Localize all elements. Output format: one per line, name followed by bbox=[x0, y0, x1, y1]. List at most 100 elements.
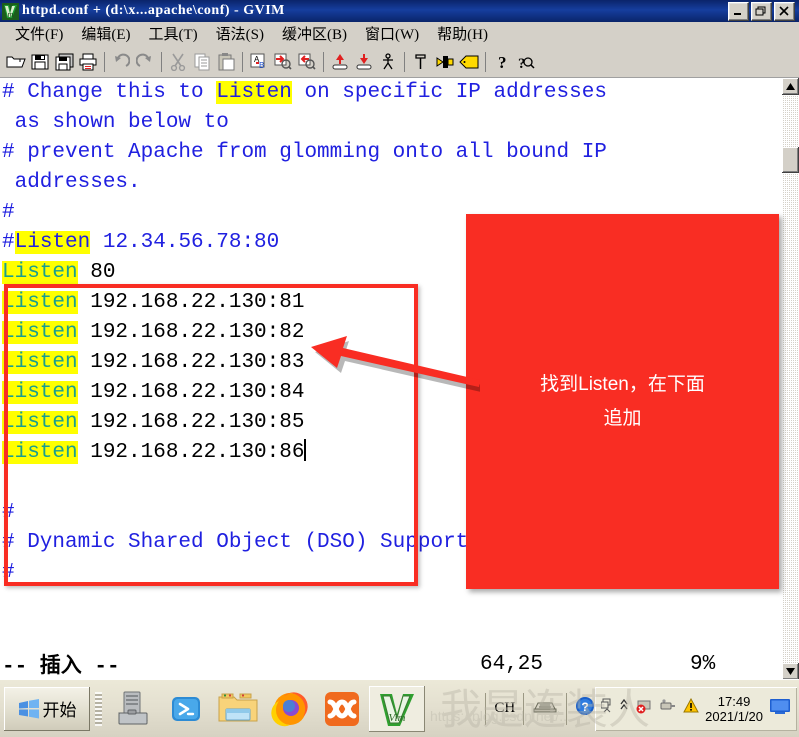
make-icon[interactable] bbox=[409, 50, 433, 74]
menu-file[interactable]: 文件(F) bbox=[6, 22, 72, 46]
menu-buffers[interactable]: 缓冲区(B) bbox=[273, 22, 356, 46]
copy-icon[interactable] bbox=[190, 50, 214, 74]
scroll-down-icon[interactable] bbox=[782, 663, 799, 680]
tray-notification-area: 17:49 2021/1/20 bbox=[595, 686, 797, 731]
minimize-button[interactable] bbox=[728, 1, 749, 21]
code-span: addresses. bbox=[2, 171, 141, 194]
save-all-icon[interactable] bbox=[52, 50, 76, 74]
code-line[interactable]: addresses. bbox=[0, 168, 782, 198]
find-help-icon[interactable]: ? bbox=[514, 50, 538, 74]
code-span: 192.168.22.130:85 bbox=[77, 411, 305, 434]
toolbar-separator bbox=[481, 52, 490, 72]
window-title: httpd.conf + (d:\x...apache\conf) - GVIM bbox=[22, 3, 285, 18]
code-span: Listen bbox=[2, 261, 78, 284]
menu-edit[interactable]: 编辑(E) bbox=[72, 22, 139, 46]
title-bar: m httpd.conf + (d:\x...apache\conf) - GV… bbox=[0, 0, 799, 22]
scrollbar-track[interactable] bbox=[782, 95, 799, 663]
tray-time: 17:49 bbox=[717, 693, 751, 709]
tray-clock[interactable]: 17:49 2021/1/20 bbox=[705, 694, 763, 724]
svg-text:B: B bbox=[259, 61, 264, 70]
input-method-indicator[interactable]: CH bbox=[494, 700, 515, 717]
quicklaunch-powershell-icon[interactable] bbox=[163, 686, 209, 732]
redo-icon[interactable] bbox=[133, 50, 157, 74]
shell-icon[interactable] bbox=[433, 50, 457, 74]
code-span: Listen bbox=[216, 81, 292, 104]
network-icon[interactable] bbox=[769, 697, 791, 720]
quicklaunch-server-toolbox-icon[interactable] bbox=[111, 686, 157, 732]
help-icon[interactable]: ? bbox=[490, 50, 514, 74]
quicklaunch-explorer-icon[interactable] bbox=[215, 686, 261, 732]
menu-help[interactable]: 帮助(H) bbox=[428, 22, 497, 46]
cut-icon[interactable] bbox=[166, 50, 190, 74]
toolbar-separator bbox=[100, 52, 109, 72]
toolbar-separator bbox=[400, 52, 409, 72]
load-session-icon[interactable] bbox=[328, 50, 352, 74]
taskbar-grip[interactable] bbox=[95, 691, 102, 726]
vertical-scrollbar[interactable] bbox=[782, 78, 799, 680]
code-span: # bbox=[2, 561, 15, 584]
code-span: Listen bbox=[2, 381, 78, 404]
scroll-thumb[interactable] bbox=[782, 147, 799, 173]
save-icon[interactable] bbox=[28, 50, 52, 74]
undo-icon[interactable] bbox=[109, 50, 133, 74]
warning-icon[interactable] bbox=[683, 697, 699, 719]
maximize-button[interactable] bbox=[751, 1, 772, 21]
scroll-percent: 9% bbox=[690, 652, 716, 676]
gvim-icon: Vim bbox=[380, 693, 414, 726]
quicklaunch-firefox-icon[interactable] bbox=[267, 686, 313, 732]
start-button[interactable]: 开始 bbox=[4, 686, 90, 731]
find-prev-icon[interactable] bbox=[295, 50, 319, 74]
tray-separator bbox=[485, 692, 487, 725]
error-icon[interactable] bbox=[635, 697, 653, 720]
menu-syntax[interactable]: 语法(S) bbox=[207, 22, 273, 46]
scroll-up-icon[interactable] bbox=[782, 78, 799, 95]
code-span: 12.34.56.78:80 bbox=[90, 231, 280, 254]
annotation-callout: 找到Listen，在下面 追加 bbox=[466, 214, 779, 589]
menu-window[interactable]: 窗口(W) bbox=[356, 22, 428, 46]
usb-icon[interactable] bbox=[659, 697, 677, 720]
menu-bar: 文件(F) 编辑(E) 工具(T) 语法(S) 缓冲区(B) 窗口(W) 帮助(… bbox=[0, 22, 799, 47]
svg-text:Vim: Vim bbox=[389, 712, 406, 724]
tag-icon[interactable] bbox=[457, 50, 481, 74]
code-span: 192.168.22.130:82 bbox=[77, 321, 305, 344]
code-span: # Change this to bbox=[2, 81, 217, 104]
open-icon[interactable] bbox=[4, 50, 28, 74]
taskbar-item-gvim[interactable]: Vim bbox=[369, 685, 425, 732]
toolbar-separator bbox=[238, 52, 247, 72]
annotation-text: 找到Listen，在下面 追加 bbox=[518, 368, 728, 436]
code-line[interactable]: # Change this to Listen on specific IP a… bbox=[0, 78, 782, 108]
code-line[interactable]: as shown below to bbox=[0, 108, 782, 138]
svg-text:?: ? bbox=[581, 700, 588, 714]
find-next-icon[interactable] bbox=[271, 50, 295, 74]
quicklaunch-xampp-icon[interactable] bbox=[319, 686, 365, 732]
code-span: Listen bbox=[2, 351, 78, 374]
code-span: # bbox=[2, 231, 15, 254]
annotation-text-line1: 找到Listen，在下面 bbox=[540, 373, 705, 395]
save-session-icon[interactable] bbox=[352, 50, 376, 74]
code-span: # prevent Apache from glomming onto all … bbox=[2, 141, 607, 164]
print-icon[interactable] bbox=[76, 50, 100, 74]
menu-tools[interactable]: 工具(T) bbox=[140, 22, 207, 46]
toolbar-separator bbox=[157, 52, 166, 72]
close-button[interactable] bbox=[774, 1, 795, 21]
tool-bar: A B ? ? bbox=[0, 47, 799, 78]
find-icon[interactable]: A B bbox=[247, 50, 271, 74]
code-span: 192.168.22.130:84 bbox=[77, 381, 305, 404]
keyboard-icon[interactable] bbox=[532, 697, 558, 720]
chevron-up-icon[interactable] bbox=[619, 697, 629, 720]
svg-text:?: ? bbox=[498, 53, 507, 71]
help-icon[interactable]: ? bbox=[575, 696, 595, 721]
code-line[interactable]: # prevent Apache from glomming onto all … bbox=[0, 138, 782, 168]
code-span: Listen bbox=[2, 441, 78, 464]
gvim-window: m httpd.conf + (d:\x...apache\conf) - GV… bbox=[0, 0, 799, 680]
tray-date: 2021/1/20 bbox=[705, 708, 763, 724]
show-hidden-icon[interactable] bbox=[600, 696, 613, 721]
code-span: # Dynamic Shared Object (DSO) Support bbox=[2, 531, 469, 554]
run-script-icon[interactable] bbox=[376, 50, 400, 74]
tray-separator bbox=[523, 692, 525, 725]
paste-icon[interactable] bbox=[214, 50, 238, 74]
text-cursor bbox=[304, 439, 307, 461]
quick-launch-bar bbox=[107, 686, 369, 732]
code-span: 192.168.22.130:83 bbox=[77, 351, 305, 374]
annotation-arrow bbox=[311, 336, 480, 392]
